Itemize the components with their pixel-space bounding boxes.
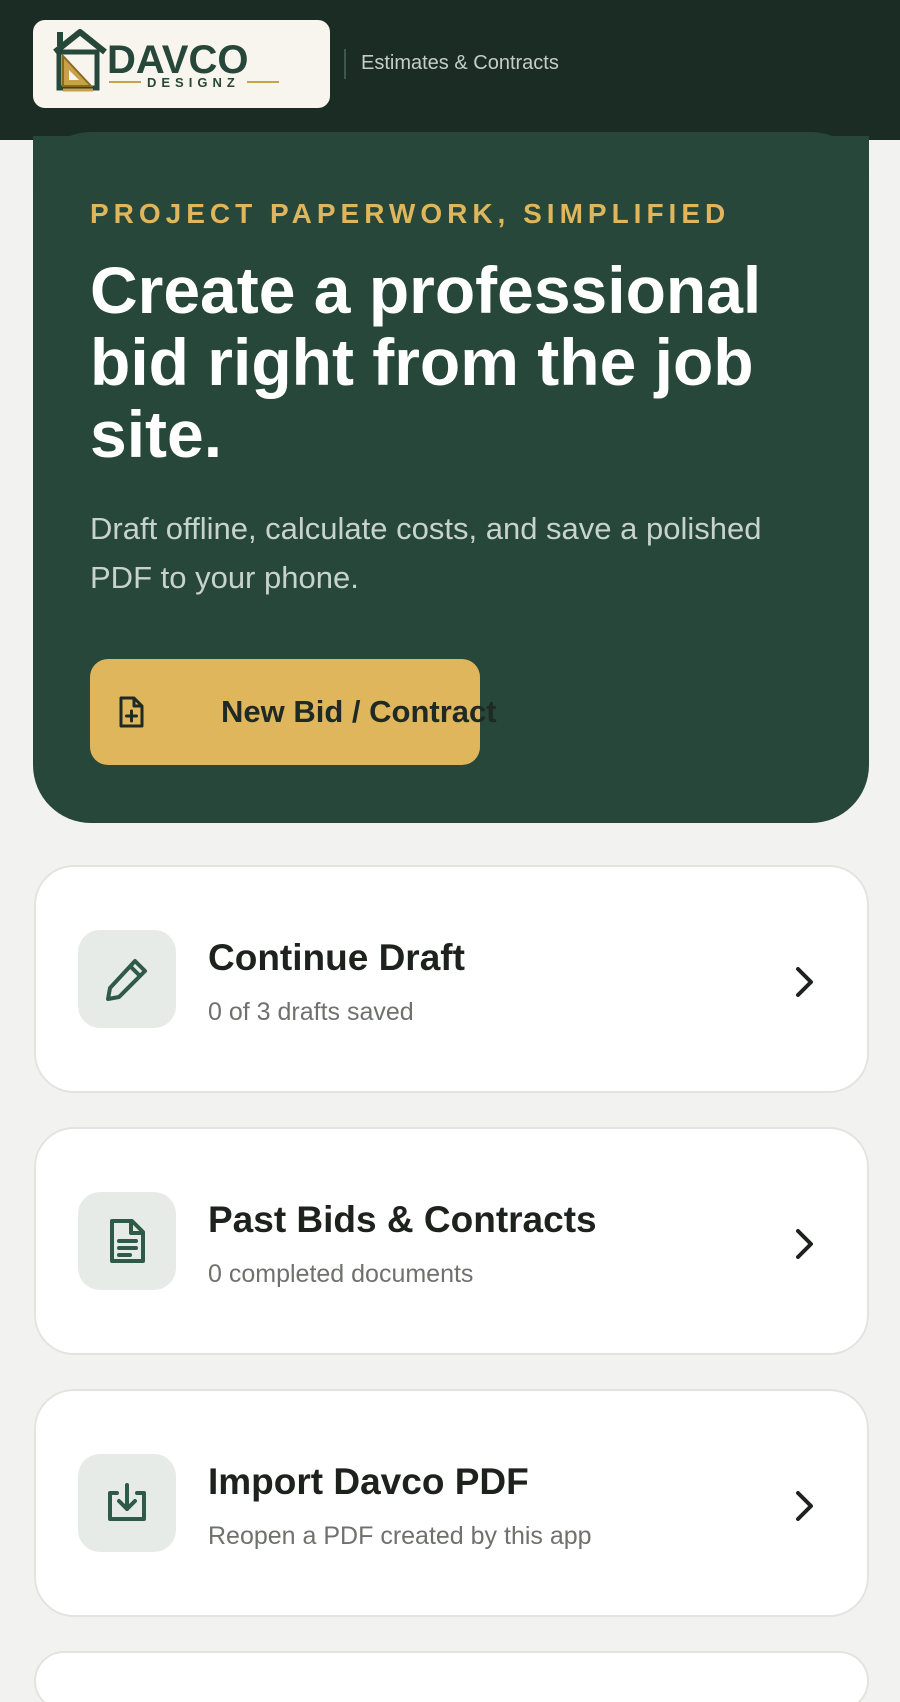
header-divider [344,49,346,79]
hero-panel: PROJECT PAPERWORK, SIMPLIFIED Create a p… [33,132,869,823]
card-icon-box [78,1454,176,1552]
chevron-right-icon [796,967,813,997]
app-header: DAVCO DESIGNZ Estimates & Contracts [0,0,900,140]
past-bids-contracts-card[interactable]: Past Bids & Contracts 0 completed docume… [34,1127,869,1355]
pencil-icon [106,959,147,1001]
hero-title: Create a professional bid right from the… [90,253,762,471]
new-bid-contract-label: New Bid / Contract [221,694,497,729]
card-subtitle: 0 of 3 drafts saved [208,998,414,1026]
card-title: Continue Draft [208,937,465,978]
additional-card-partial[interactable] [34,1651,869,1702]
hero-description: Draft offline, calculate costs, and save… [90,511,762,595]
new-bid-contract-button[interactable]: New Bid / Contract [90,659,497,765]
card-subtitle: 0 completed documents [208,1260,474,1288]
card-icon-box [78,930,176,1028]
document-icon [110,1219,145,1263]
card-title: Past Bids & Contracts [208,1199,597,1240]
card-title: Import Davco PDF [208,1461,529,1502]
logo-tagline: DESIGNZ [147,75,240,90]
download-icon [108,1483,146,1521]
import-davco-pdf-card[interactable]: Import Davco PDF Reopen a PDF created by… [34,1389,869,1617]
chevron-right-icon [796,1229,813,1259]
chevron-right-icon [796,1491,813,1521]
card-subtitle: Reopen a PDF created by this app [208,1522,592,1550]
header-subtitle: Estimates & Contracts [361,52,559,74]
hero-eyebrow: PROJECT PAPERWORK, SIMPLIFIED [90,198,731,229]
continue-draft-card[interactable]: Continue Draft 0 of 3 drafts saved [34,865,869,1093]
logo-image: DAVCO DESIGNZ [53,29,279,92]
card-icon-box [78,1192,176,1290]
davco-designz-logo[interactable]: DAVCO DESIGNZ [33,20,330,108]
file-plus-icon [117,695,147,732]
